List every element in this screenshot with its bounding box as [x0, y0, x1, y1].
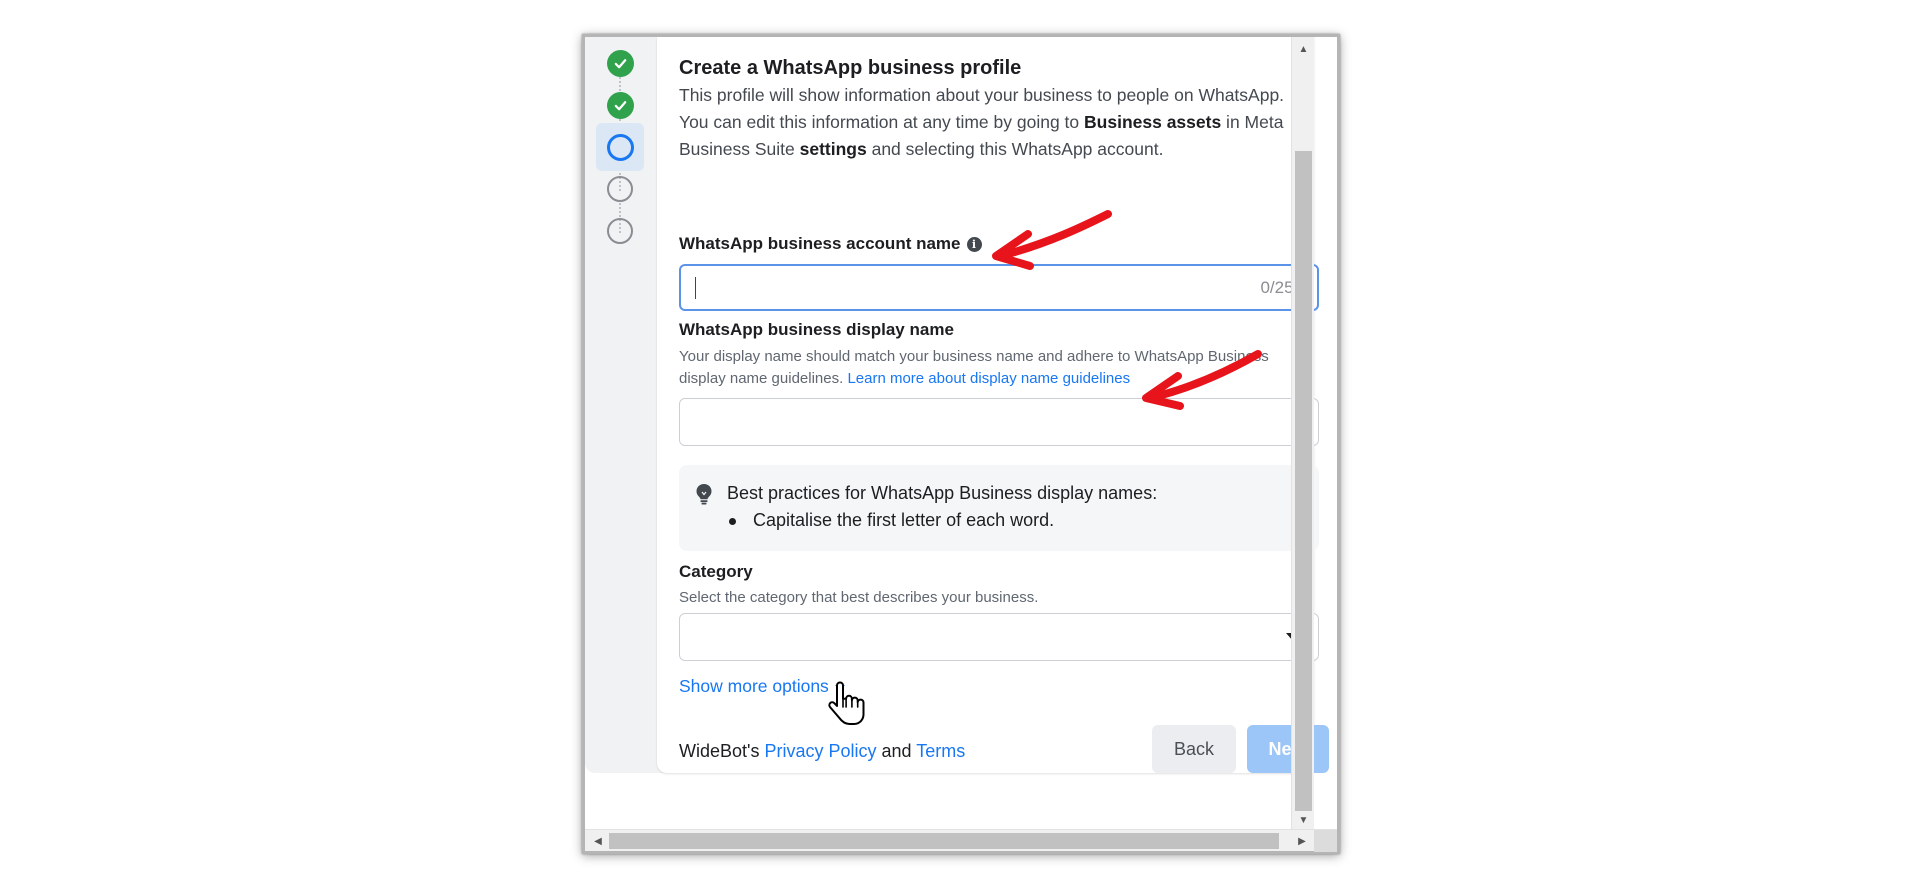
next-button[interactable]: Next: [1247, 725, 1329, 773]
horizontal-scrollbar[interactable]: ◀ ▶: [585, 829, 1337, 852]
profile-form-card: Create a WhatsApp business profile This …: [657, 37, 1329, 773]
step-4: [596, 165, 644, 213]
category-hint: Select the category that best describes …: [679, 589, 1039, 606]
privacy-policy-link[interactable]: Privacy Policy: [764, 741, 876, 761]
pending-step-icon: [607, 218, 633, 244]
footer-legal: WideBot's Privacy Policy and Terms: [679, 741, 965, 762]
vertical-scroll-thumb[interactable]: [1295, 151, 1312, 811]
description-text: and selecting this WhatsApp account.: [866, 139, 1164, 159]
browser-window: Create a WhatsApp business profile This …: [582, 34, 1340, 854]
show-more-options-link[interactable]: Show more options: [679, 676, 845, 697]
hand-pointer-icon: [828, 681, 865, 725]
pending-step-icon: [607, 176, 633, 202]
form-content: Create a WhatsApp business profile This …: [679, 55, 1329, 773]
best-practices-title: Best practices for WhatsApp Business dis…: [727, 483, 1158, 503]
window-content: Create a WhatsApp business profile This …: [585, 37, 1329, 832]
step-2[interactable]: [596, 81, 644, 129]
bullet-point: [729, 518, 736, 525]
category-label: Category: [679, 562, 753, 581]
lightbulb-icon: [696, 484, 712, 505]
text-caret: [695, 277, 696, 299]
page-title: Create a WhatsApp business profile: [679, 57, 1022, 79]
category-select[interactable]: [679, 613, 1319, 661]
scroll-right-icon[interactable]: ▶: [1291, 830, 1313, 852]
check-icon: [606, 91, 634, 119]
back-button[interactable]: Back: [1152, 725, 1236, 773]
footer-and: and: [876, 741, 917, 761]
form-description: This profile will show information about…: [679, 82, 1299, 163]
step-3-current[interactable]: [596, 123, 644, 171]
vertical-scrollbar[interactable]: ▲ ▼: [1291, 37, 1314, 832]
step-5: [596, 207, 644, 255]
display-name-input[interactable]: [679, 398, 1319, 446]
info-icon[interactable]: i: [966, 236, 982, 252]
scroll-up-icon[interactable]: ▲: [1292, 39, 1315, 59]
account-name-input[interactable]: 0/255: [679, 264, 1319, 311]
horizontal-scroll-thumb[interactable]: [609, 833, 1279, 849]
display-name-label: WhatsApp business display name: [679, 320, 954, 339]
scrollbar-corner: [1314, 830, 1337, 852]
description-bold: settings: [799, 139, 867, 159]
check-icon: [606, 49, 634, 77]
display-name-hint: Your display name should match your busi…: [679, 346, 1319, 390]
step-1[interactable]: [596, 39, 644, 87]
show-more-options-text: Show more options: [679, 676, 829, 696]
best-practices-box: Best practices for WhatsApp Business dis…: [679, 465, 1319, 551]
scroll-left-icon[interactable]: ◀: [587, 830, 609, 852]
progress-stepper: [585, 37, 657, 773]
footer-prefix: WideBot's: [679, 741, 765, 761]
account-name-label: WhatsApp business account name i: [679, 234, 982, 254]
description-bold: Business assets: [1084, 112, 1222, 132]
best-practices-item: Capitalise the first letter of each word…: [753, 510, 1055, 530]
display-name-guidelines-link[interactable]: Learn more about display name guidelines: [847, 370, 1130, 387]
terms-link[interactable]: Terms: [916, 741, 965, 761]
account-name-label-text: WhatsApp business account name: [679, 234, 961, 253]
current-step-icon: [606, 133, 634, 161]
scroll-down-icon[interactable]: ▼: [1292, 810, 1315, 830]
